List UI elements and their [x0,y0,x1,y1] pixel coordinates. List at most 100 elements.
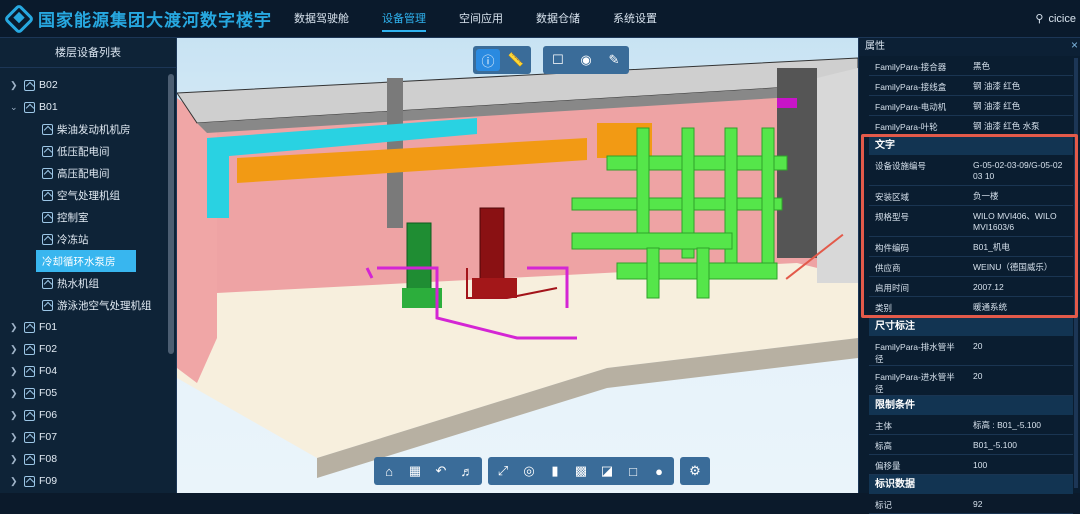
floor-icon [24,321,35,333]
chevron-right-icon[interactable]: ❯ [10,344,24,355]
floor-equipment-sidebar: 楼层设备列表 ❯ B02 ⌄ B01 柴油发动机机房 低压配电间 高压配电间 空气处… [0,38,177,493]
floor-icon [24,431,35,443]
section-text[interactable]: 文字 [869,136,1073,155]
prop-row: 供应商 WEINU（德国威乐） [869,257,1073,277]
bim-model-scene[interactable] [177,38,858,493]
tree-node-label: F08 [39,453,58,465]
frame-icon[interactable]: ▦ [403,460,427,482]
tree-room-ahu[interactable]: 空气处理机组 [0,184,176,206]
palette-icon[interactable]: ● [647,460,671,482]
duct-cyan-drop [207,138,229,218]
tree-node-f04[interactable]: ❯ F04 [0,360,176,382]
floor-icon [24,343,35,355]
prop-value: 20 [973,371,983,381]
explode-icon[interactable]: ⤢ [491,460,515,482]
tree-node-b01[interactable]: ⌄ B01 [0,96,176,118]
prop-key: 标记 [875,500,893,510]
properties-table: FamilyPara-接合器 黑色 FamilyPara-接线盒钢 油漆 红色 F… [869,56,1073,514]
cube-outline-icon[interactable]: □ [621,460,645,482]
floor-icon [24,453,35,465]
tree-room-chiller[interactable]: 冷冻站 [0,228,176,250]
tree-room-high-voltage[interactable]: 高压配电间 [0,162,176,184]
tree-node-f05[interactable]: ❯ F05 [0,382,176,404]
tree-room-cooling-pump[interactable]: 冷却循环水泵房 [36,250,136,272]
info-icon[interactable]: ⓘ [476,49,500,71]
tree-node-f07[interactable]: ❯ F07 [0,426,176,448]
prop-key: 设备设施编号 [875,161,927,171]
viewport-top-toolbar: ⓘ 📏 ☐ ◉ ✎ [473,46,629,74]
chevron-right-icon[interactable]: ❯ [10,80,24,91]
bookmark-icon[interactable]: ☐ [546,49,570,71]
sidebar-scrollbar[interactable] [168,74,174,354]
tree-node-f08[interactable]: ❯ F08 [0,448,176,470]
nav-settings[interactable]: 系统设置 [613,6,657,32]
chevron-right-icon[interactable]: ❯ [10,432,24,443]
tree-room-control[interactable]: 控制室 [0,206,176,228]
tree-node-b02[interactable]: ❯ B02 [0,74,176,96]
close-icon[interactable]: × [1071,38,1078,52]
panel-title: 属性 [859,38,1080,56]
section-constraints[interactable]: 限制条件 [869,396,1073,415]
prop-key: 启用时间 [875,283,910,293]
chevron-right-icon[interactable]: ❯ [10,366,24,377]
prop-key: 供应商 [875,263,901,273]
chevron-down-icon[interactable]: ⌄ [10,102,24,113]
nav-cockpit[interactable]: 数据驾驶舱 [294,6,349,32]
tree-node-f02[interactable]: ❯ F02 [0,338,176,360]
room-icon [42,145,53,157]
floor-tree: ❯ B02 ⌄ B01 柴油发动机机房 低压配电间 高压配电间 空气处理机组 控制室… [0,68,176,492]
prop-key: 标高 [875,441,893,451]
chevron-right-icon[interactable]: ❯ [10,410,24,421]
tree-room-low-voltage[interactable]: 低压配电间 [0,140,176,162]
home-icon[interactable]: ⌂ [377,460,401,482]
chevron-right-icon[interactable]: ❯ [10,388,24,399]
eye-icon[interactable]: ◎ [517,460,541,482]
nav-warehouse[interactable]: 数据仓储 [536,6,580,32]
walk-icon[interactable]: ♬ [455,460,479,482]
toolbar-group-tools: ☐ ◉ ✎ [543,46,629,74]
settings-icon[interactable]: ⚙ [683,460,707,482]
panel-scrollbar[interactable] [1074,58,1078,488]
tree-room-label: 冷却循环水泵房 [42,255,116,268]
pen-icon[interactable]: ✎ [602,49,626,71]
prop-key: 安装区域 [875,192,910,202]
logo[interactable]: 国家能源集团大渡河数字楼宇 [3,2,272,35]
right-wall [817,68,858,283]
tree-room-diesel[interactable]: 柴油发动机机房 [0,118,176,140]
prop-value: 钢 油漆 红色 水泵 [973,121,1040,131]
prop-key: FamilyPara-排水管半径 [875,342,955,364]
prop-value: WILO MVI406、WILO MVI1603/6 [973,211,1057,232]
tree-node-label: F02 [39,343,58,355]
tree-room-hot-water[interactable]: 热水机组 [0,272,176,294]
main-nav: 数据驾驶舱 设备管理 空间应用 数据仓储 系统设置 [294,6,690,32]
user-name: cicice [1048,13,1076,25]
chevron-right-icon[interactable]: ❯ [10,322,24,333]
camera-icon[interactable]: ◉ [574,49,598,71]
tree-node-f09[interactable]: ❯ F09 [0,470,176,492]
chevron-right-icon[interactable]: ❯ [10,476,24,487]
chevron-right-icon[interactable]: ❯ [10,454,24,465]
prop-row: 主体 标高 : B01_-5.100 [869,415,1073,435]
prop-key: 类别 [875,303,893,313]
back-icon[interactable]: ↶ [429,460,453,482]
section-dimensions[interactable]: 尺寸标注 [869,317,1073,336]
nav-equipment[interactable]: 设备管理 [382,6,426,32]
section-icon[interactable]: ▮ [543,460,567,482]
nav-space[interactable]: 空间应用 [459,6,503,32]
user-menu[interactable]: ⚲ cicice [1035,12,1076,25]
cube-top-icon[interactable]: ◪ [595,460,619,482]
room-icon [42,189,53,201]
viewport-bottom-toolbar: ⌂ ▦ ↶ ♬ ⤢ ◎ ▮ ▩ ◪ □ ● ⚙ [374,457,710,485]
floor-icon [24,475,35,487]
cube-icon[interactable]: ▩ [569,460,593,482]
section-identity[interactable]: 标识数据 [869,475,1073,494]
room-icon [42,211,53,223]
ruler-icon[interactable]: 📏 [504,49,528,71]
tree-node-f06[interactable]: ❯ F06 [0,404,176,426]
tree-node-f01[interactable]: ❯ F01 [0,316,176,338]
prop-value: 2007.12 [973,282,1004,292]
toolbar-group-navigation: ⌂ ▦ ↶ ♬ [374,457,482,485]
prop-value: 黑色 [973,61,991,71]
bim-3d-viewport[interactable]: ⓘ 📏 ☐ ◉ ✎ ⌂ ▦ ↶ ♬ ⤢ ◎ ▮ ▩ ◪ □ ● ⚙ [177,38,858,493]
tree-room-pool-ahu[interactable]: 游泳池空气处理机组 [0,294,176,316]
